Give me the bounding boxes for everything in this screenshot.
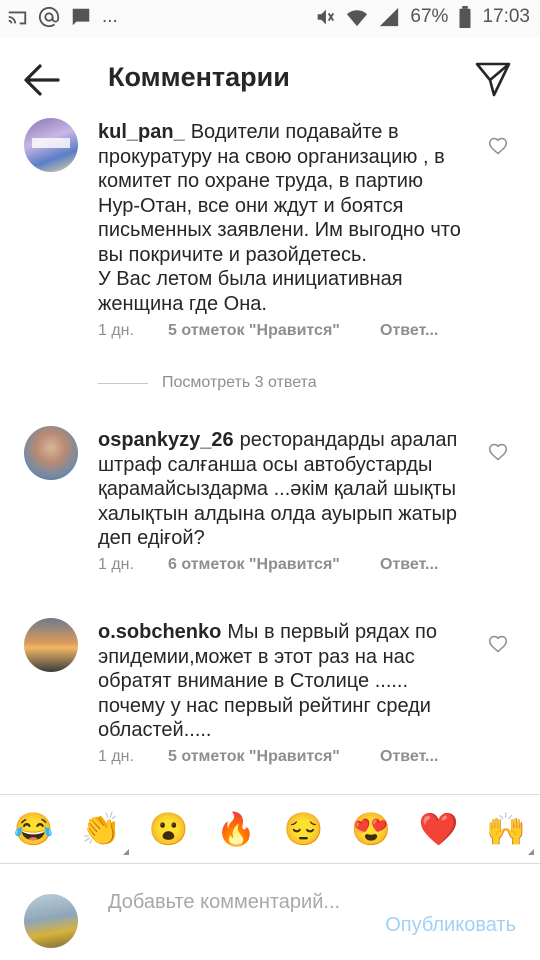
comment-time: 1 дн. xyxy=(98,322,134,339)
wifi-icon xyxy=(347,10,368,27)
comment-input[interactable]: Добавьте комментарий... xyxy=(108,890,358,914)
emoji-heart-eyes[interactable]: 😍 xyxy=(351,809,391,849)
comment-username[interactable]: o.sobchenko xyxy=(98,621,221,643)
replies-line xyxy=(98,382,148,384)
status-bar: ... 67% 17:03 xyxy=(0,0,540,38)
page-title: Комментарии xyxy=(108,62,290,92)
comment-time: 1 дн. xyxy=(98,556,134,573)
avatar[interactable] xyxy=(24,118,78,172)
emoji-raised-hands-glyph: 🙌 xyxy=(486,811,527,847)
header: Комментарии xyxy=(0,38,540,118)
emoji-pensive[interactable]: 😔 xyxy=(284,809,324,849)
comment-composer: Добавьте комментарий... Опубликовать xyxy=(0,864,540,960)
emoji-surprised[interactable]: 😮 xyxy=(149,809,189,849)
comment-body: kul_pan_ Водители подавайте в прокуратуру… xyxy=(98,120,468,316)
comment-meta: 1 дн. 5 отметок "Нравится" Ответ... xyxy=(98,322,438,340)
reply-button[interactable]: Ответ... xyxy=(380,322,438,340)
more-notifications: ... xyxy=(102,6,118,27)
emoji-clapping[interactable]: 👏 xyxy=(81,809,130,855)
likes-count[interactable]: 5 отметок "Нравится" xyxy=(168,322,380,340)
skin-tone-corner xyxy=(123,849,130,855)
avatar[interactable] xyxy=(24,426,78,480)
view-replies-label[interactable]: Посмотреть 3 ответа xyxy=(162,374,317,392)
back-arrow-icon[interactable] xyxy=(22,62,62,98)
view-replies[interactable]: Посмотреть 3 ответа xyxy=(98,374,317,392)
heart-icon[interactable] xyxy=(488,634,508,654)
comment-text: Водители подавайте в прокуратуру на свою… xyxy=(98,121,461,315)
emoji-tears-of-joy[interactable]: 😂 xyxy=(14,809,54,849)
emoji-fire[interactable]: 🔥 xyxy=(216,809,256,849)
battery-icon xyxy=(459,6,471,28)
my-avatar xyxy=(24,894,78,948)
likes-count[interactable]: 5 отметок "Нравится" xyxy=(168,748,380,766)
comment-meta: 1 дн. 5 отметок "Нравится" Ответ... xyxy=(98,748,438,766)
likes-count[interactable]: 6 отметок "Нравится" xyxy=(168,556,380,574)
reply-button[interactable]: Ответ... xyxy=(380,556,438,574)
comment-time: 1 дн. xyxy=(98,748,134,765)
reply-button[interactable]: Ответ... xyxy=(380,748,438,766)
battery-percent: 67% xyxy=(410,6,449,27)
skin-tone-corner xyxy=(528,849,535,855)
comment-username[interactable]: kul_pan_ xyxy=(98,121,185,143)
mute-icon xyxy=(318,9,335,25)
emoji-bar: 😂 👏 😮 🔥 😔 😍 ❤️ 🙌 xyxy=(0,795,540,863)
clock: 17:03 xyxy=(482,6,530,27)
avatar[interactable] xyxy=(24,618,78,672)
comment-username[interactable]: ospankyzy_26 xyxy=(98,429,234,451)
comment-meta: 1 дн. 6 отметок "Нравится" Ответ... xyxy=(98,556,438,574)
cast-icon xyxy=(8,11,27,25)
emoji-red-heart[interactable]: ❤️ xyxy=(419,809,459,849)
message-icon xyxy=(72,8,90,26)
signal-icon xyxy=(380,7,399,27)
send-direct-icon[interactable] xyxy=(474,60,512,98)
at-icon xyxy=(38,6,60,28)
comment-body: ospankyzy_26 ресторандарды аралап штраф с… xyxy=(98,428,468,551)
emoji-raised-hands[interactable]: 🙌 xyxy=(486,809,535,855)
comment-body: o.sobchenko Мы в первый рядах по эпидемии… xyxy=(98,620,468,743)
publish-button[interactable]: Опубликовать xyxy=(385,914,516,937)
emoji-clapping-glyph: 👏 xyxy=(81,811,122,847)
heart-icon[interactable] xyxy=(488,136,508,156)
heart-icon[interactable] xyxy=(488,442,508,462)
